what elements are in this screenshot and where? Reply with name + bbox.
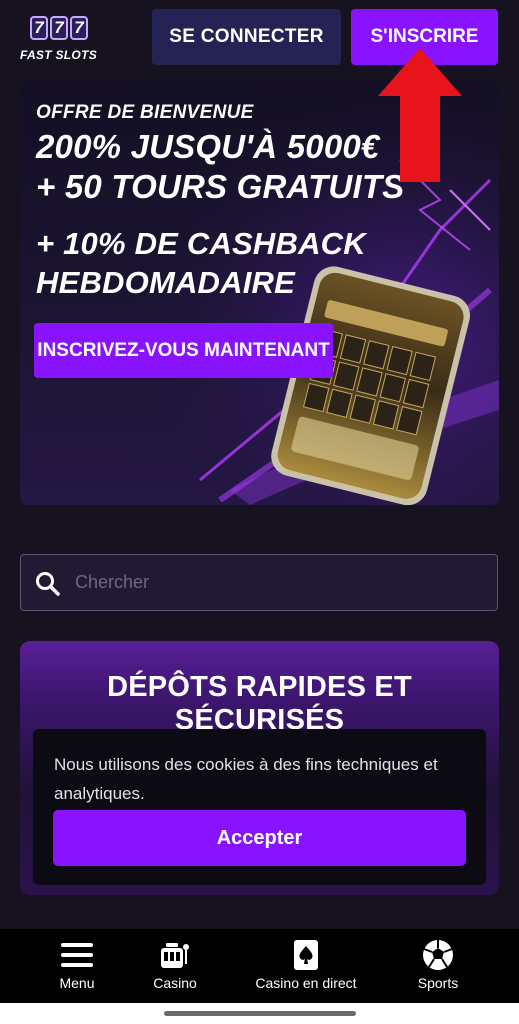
soccer-ball-icon bbox=[421, 939, 455, 971]
nav-item-sports[interactable]: Sports bbox=[404, 929, 472, 1003]
logo-digit: 7 bbox=[50, 16, 68, 40]
deposits-title: DÉPÔTS RAPIDES ET SÉCURISÉS bbox=[107, 671, 412, 736]
logo-text: FAST SLOTS bbox=[20, 48, 98, 62]
offer-cashback-weekly: HEBDOMADAIRE bbox=[36, 265, 296, 300]
nav-item-live-casino[interactable]: Casino en direct bbox=[246, 929, 366, 1003]
logo-digit: 7 bbox=[70, 16, 88, 40]
search-icon bbox=[36, 572, 60, 596]
nav-item-casino[interactable]: Casino bbox=[145, 929, 205, 1003]
nav-label: Casino en direct bbox=[255, 975, 357, 991]
home-indicator[interactable] bbox=[164, 1011, 356, 1016]
accept-cookies-button[interactable]: Accepter bbox=[53, 810, 466, 866]
arrow-up-icon bbox=[378, 48, 462, 182]
offer-cashback: + 10% DE CASHBACK bbox=[36, 226, 366, 261]
search-input[interactable] bbox=[75, 555, 485, 610]
logo[interactable]: 7 7 7 FAST SLOTS bbox=[20, 14, 100, 66]
nav-label: Menu bbox=[59, 975, 95, 991]
register-now-button[interactable]: INSCRIVEZ-VOUS MAINTENANT bbox=[34, 323, 333, 378]
offer-free-spins: + 50 TOURS GRATUITS bbox=[36, 168, 405, 205]
logo-digits: 7 7 7 bbox=[30, 16, 88, 40]
playing-card-icon bbox=[289, 939, 323, 971]
login-button[interactable]: SE CONNECTER bbox=[152, 9, 341, 65]
slot-machine-icon bbox=[158, 939, 192, 971]
page: 7 7 7 FAST SLOTS SE CONNECTER S'INSCRIRE bbox=[0, 0, 519, 1024]
bottom-nav: Menu Casino Casino en direct Sports bbox=[0, 929, 519, 1003]
search-box[interactable] bbox=[20, 554, 498, 611]
system-gesture-area bbox=[0, 1003, 519, 1024]
nav-item-menu[interactable]: Menu bbox=[52, 929, 102, 1003]
nav-label: Casino bbox=[153, 975, 197, 991]
offer-kicker: OFFRE DE BIENVENUE bbox=[36, 102, 254, 123]
cookie-text: Nous utilisons des cookies à des fins te… bbox=[54, 755, 438, 803]
hamburger-icon bbox=[60, 939, 94, 971]
logo-digit: 7 bbox=[30, 16, 48, 40]
cookie-banner: Nous utilisons des cookies à des fins te… bbox=[33, 729, 486, 885]
nav-label: Sports bbox=[417, 975, 459, 991]
offer-headline: 200% JUSQU'À 5000€ bbox=[36, 128, 380, 165]
